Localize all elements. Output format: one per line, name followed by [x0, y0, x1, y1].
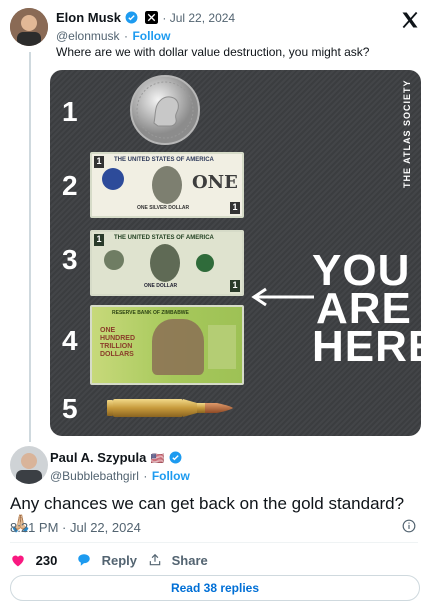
reply-label: Reply [101, 553, 138, 568]
share-label: Share [171, 553, 208, 568]
paul-avatar[interactable] [10, 446, 48, 484]
elon-follow-button[interactable]: Follow [132, 29, 170, 43]
separator-dot: · [143, 469, 148, 483]
bill4-top-text: RESERVE BANK OF ZIMBABWE [112, 310, 189, 316]
paul-handle[interactable]: @Bubblebathgirl [50, 469, 139, 483]
rifle-bullet-icon [107, 399, 233, 417]
elon-date[interactable]: · Jul 22, 2024 [162, 11, 235, 25]
elon-avatar[interactable] [10, 8, 48, 46]
elon-name[interactable]: Elon Musk [56, 10, 121, 25]
silver-dollar-coin-icon [130, 75, 200, 145]
rank-number-3: 3 [62, 244, 78, 275]
rank-number-5: 5 [62, 393, 78, 424]
reply-bubble-icon [78, 554, 90, 566]
fed-seal-icon [104, 250, 124, 270]
paul-handle-row: @Bubblebathgirl · Follow [50, 467, 190, 485]
here-text: HERE [312, 322, 421, 371]
federal-reserve-dollar-bill: THE UNITED STATES OF AMERICA ONE DOLLAR … [90, 230, 244, 296]
bill4-amount: ONE HUNDRED TRILLION DOLLARS [100, 327, 135, 358]
heart-icon [12, 555, 24, 567]
rank-number-1: 1 [62, 96, 78, 127]
like-count: 230 [35, 553, 58, 568]
rank-number-4: 4 [62, 325, 78, 356]
bill2-corner-2: 1 [230, 202, 240, 214]
us-flag-icon: 🇺🇸 [150, 453, 165, 465]
bill3-corner: 1 [94, 234, 104, 246]
silver-certificate-bill: THE UNITED STATES OF AMERICA ONE ONE SIL… [90, 152, 244, 218]
arrow-left-icon [251, 287, 314, 307]
divider [10, 542, 418, 543]
rank-number-2: 2 [62, 170, 78, 201]
thread-line [29, 52, 31, 442]
bill2-bottom-text: ONE SILVER DOLLAR [137, 205, 190, 211]
separator-dot: · [124, 29, 128, 43]
verified-badge-icon [126, 11, 138, 24]
share-action[interactable]: Share [148, 553, 208, 568]
x-corp-badge-icon [144, 11, 158, 24]
bill3-bottom-text: ONE DOLLAR [144, 283, 178, 289]
atlas-society-brand: THE ATLAS SOCIETY [402, 79, 412, 188]
bill4-watermark [208, 325, 236, 369]
zimbabwe-trillion-note: RESERVE BANK OF ZIMBABWE ONE HUNDRED TRI… [90, 305, 244, 385]
elon-handle-row: @elonmusk · Follow [56, 27, 170, 45]
balancing-rocks-image [152, 319, 204, 375]
like-action[interactable]: 230 [10, 553, 57, 568]
washington-portrait-modern [150, 244, 180, 282]
blue-seal-icon [102, 168, 124, 190]
reply-timestamp[interactable]: 8:21 PM · Jul 22, 2024 [10, 520, 141, 535]
x-logo-icon[interactable] [400, 10, 420, 30]
paul-follow-button[interactable]: Follow [152, 469, 190, 483]
bill2-one: ONE [192, 172, 238, 193]
paul-name[interactable]: Paul A. Szypula [50, 450, 146, 465]
bill2-top-text: THE UNITED STATES OF AMERICA [114, 157, 214, 163]
bill3-corner-2: 1 [230, 280, 240, 292]
info-icon[interactable] [402, 519, 416, 533]
paul-name-row: Paul A. Szypula 🇺🇸 [50, 449, 182, 467]
bill3-top-text: THE UNITED STATES OF AMERICA [114, 235, 214, 241]
read-replies-button[interactable]: Read 38 replies [10, 575, 420, 601]
elon-name-row: Elon Musk · Jul 22, 2024 [56, 9, 235, 27]
elon-tweet-text: Where are we with dollar value destructi… [56, 45, 370, 59]
elon-handle[interactable]: @elonmusk [56, 29, 120, 43]
washington-portrait [152, 166, 182, 204]
bill2-corner: 1 [94, 156, 104, 168]
tweet-image[interactable]: 1 2 3 4 5 THE UNITED STATES OF AMERICA O… [50, 70, 421, 436]
reply-action[interactable]: Reply [76, 553, 137, 568]
verified-badge-icon [169, 451, 182, 464]
share-icon [149, 553, 161, 566]
treasury-seal-icon [196, 254, 214, 272]
